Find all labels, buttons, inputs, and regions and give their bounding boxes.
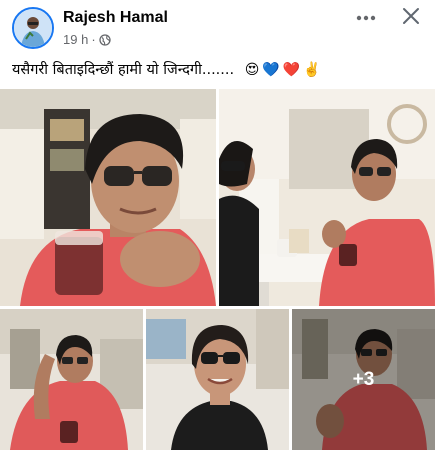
post-photo-4[interactable]: [146, 309, 289, 450]
timestamp[interactable]: 19 h: [63, 32, 88, 47]
close-button[interactable]: [398, 5, 424, 31]
caption-text: यसैगरी बिताइदिन्छौं हामी यो जिन्दगी.....…: [12, 62, 235, 78]
photo-3-image: [0, 309, 143, 450]
red-heart-emoji: ❤️: [282, 62, 301, 78]
heart-eyes-emoji: 😍: [244, 62, 260, 78]
author-name[interactable]: Rajesh Hamal: [63, 9, 168, 27]
photo-5-image: [292, 309, 435, 450]
avatar[interactable]: [12, 7, 54, 49]
caption-emojis: 😍 💙 ❤️ ✌️: [245, 62, 321, 78]
meta-separator: ·: [91, 32, 96, 47]
post-photo-2[interactable]: [219, 89, 435, 306]
photo-1-image: [0, 89, 216, 306]
post-photo-3[interactable]: [0, 309, 143, 450]
post-meta: 19 h ·: [63, 32, 111, 47]
photo-4-image: [146, 309, 289, 450]
victory-hand-emoji: ✌️: [303, 62, 321, 78]
post-header: Rajesh Hamal 19 h ·: [0, 0, 435, 54]
post-photo-5[interactable]: +3: [292, 309, 435, 450]
photo-2-image: [219, 89, 435, 306]
more-options-button[interactable]: [352, 6, 380, 28]
post-photo-1[interactable]: [0, 89, 216, 306]
post-caption: यसैगरी बिताइदिन्छौं हामी यो जिन्दगी.....…: [12, 59, 321, 79]
globe-icon[interactable]: [99, 33, 111, 46]
more-horizontal-icon: [356, 8, 376, 26]
close-icon: [402, 7, 420, 30]
blue-heart-emoji: 💙: [262, 62, 280, 78]
